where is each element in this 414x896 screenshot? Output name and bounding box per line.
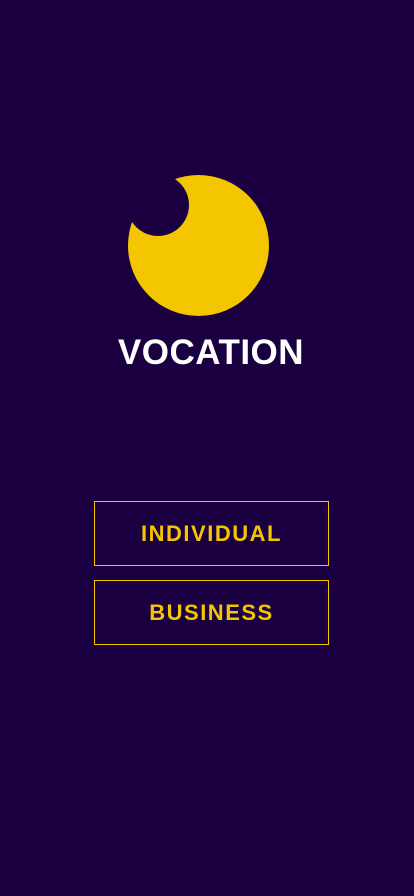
app-title: VOCATION [117, 333, 305, 372]
welcome-screen: VOCATION INDIVIDUAL BUSINESS [0, 0, 414, 896]
individual-button[interactable]: INDIVIDUAL [94, 501, 329, 566]
business-button[interactable]: BUSINESS [94, 580, 329, 645]
crescent-moon-logo-icon [128, 175, 269, 316]
